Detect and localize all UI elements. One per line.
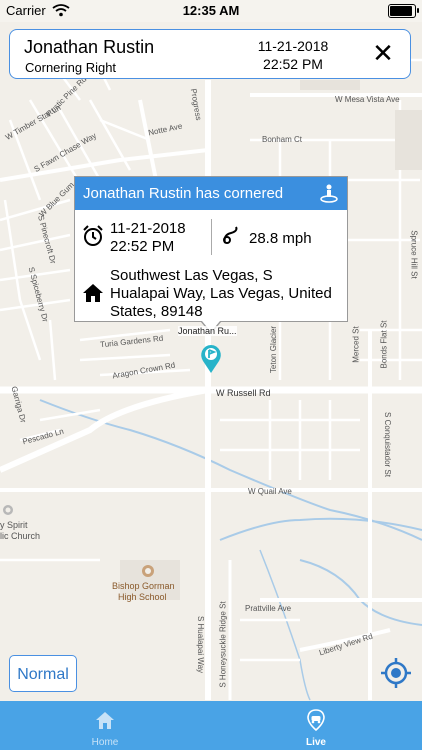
tab-home-label: Home [91, 737, 119, 748]
street-label-bonds-flat: Bonds Flat St [379, 320, 389, 369]
event-type: Cornering Right [25, 60, 117, 75]
close-icon[interactable]: ✕ [368, 38, 398, 68]
status-bar: Carrier 12:35 AM [0, 0, 422, 22]
place-label-church: lic Church [0, 531, 41, 541]
popup-speed: 28.8 mph [249, 230, 312, 247]
driver-name: Jonathan Rustin [24, 37, 155, 57]
street-label-hualapai: S Hualapai Way [196, 615, 206, 674]
locate-icon[interactable] [380, 657, 412, 689]
street-label-russell: W Russell Rd [216, 388, 271, 398]
popup-address-line3: States, 89148 [110, 303, 203, 320]
event-popup: Jonathan Rustin has cornered 11-21-2018 … [74, 176, 348, 322]
tab-home[interactable]: Home [55, 701, 155, 750]
popup-address-line2: Hualapai Way, Las Vegas, United [110, 285, 332, 302]
street-label-quail: W Quail Ave [248, 487, 292, 496]
speed-icon [223, 226, 238, 244]
popup-title: Jonathan Rustin has cornered [83, 185, 284, 202]
popup-time: 22:52 PM [110, 238, 175, 255]
street-label-mesa-vista: W Mesa Vista Ave [335, 95, 400, 104]
map-type-button[interactable]: Normal [9, 655, 77, 692]
street-label-conquistador: S Conquistador St [382, 412, 392, 477]
street-label-teton: Teton Glacier [269, 325, 279, 374]
tab-bar: Home Live [0, 701, 422, 750]
place-label-bishop: Bishop Gorman [112, 581, 175, 591]
tab-live[interactable]: Live [266, 701, 366, 750]
street-label-honeysuckle: S Honeysuckle Ridge St [218, 601, 228, 688]
marker-label: Jonathan Ru... [178, 326, 237, 336]
status-time: 12:35 AM [182, 3, 240, 18]
battery-icon [388, 4, 419, 18]
street-label-spruce-hill: Spruce Hill St [409, 230, 419, 279]
alarm-clock-icon [83, 225, 103, 246]
person-pin-icon [320, 184, 338, 203]
car-icon [307, 709, 325, 731]
popup-date: 11-21-2018 [110, 220, 186, 237]
street-label-bonham: Bonham Ct [262, 135, 303, 144]
event-date: 11-21-2018 [257, 38, 329, 54]
place-label-spirit: y Spirit [0, 520, 28, 530]
home-icon [83, 284, 103, 302]
vehicle-marker-icon[interactable] [200, 344, 222, 374]
home-icon [96, 712, 114, 729]
place-label-high-school: High School [118, 592, 167, 602]
tab-live-label: Live [305, 737, 326, 748]
street-label-prattville: Prattville Ave [245, 604, 292, 613]
popup-header: Jonathan Rustin has cornered [75, 177, 347, 210]
event-time: 22:52 PM [263, 56, 323, 72]
popup-divider [211, 219, 212, 255]
street-label-merced: Merced St [351, 326, 361, 363]
event-card: Jonathan Rustin Cornering Right 11-21-20… [9, 29, 411, 79]
popup-address-line1: Southwest Las Vegas, S [110, 267, 273, 284]
